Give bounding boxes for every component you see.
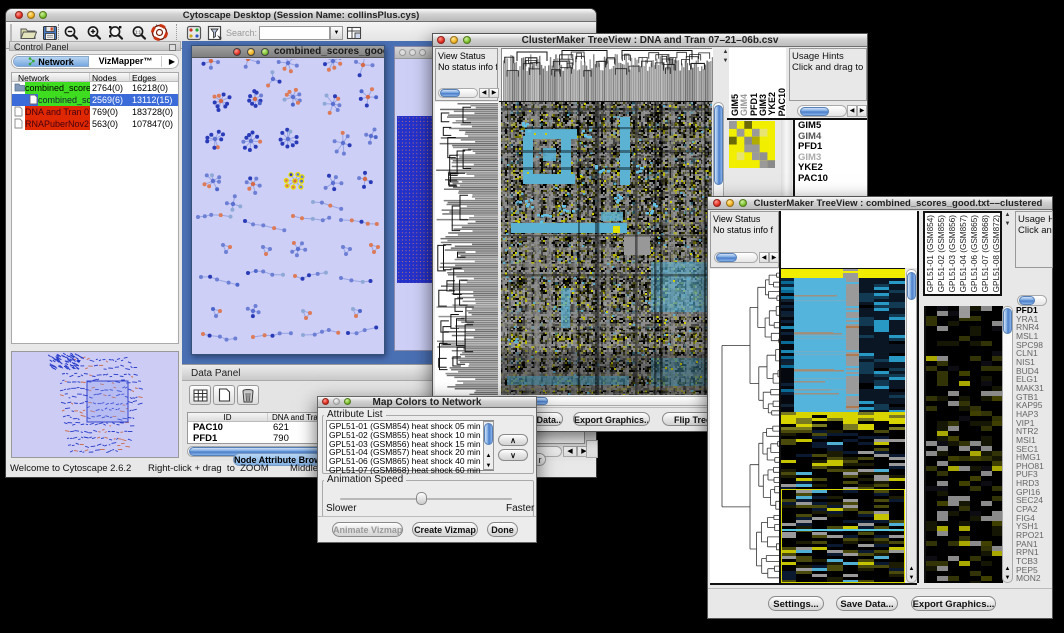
svg-text:1:1: 1:1: [135, 30, 142, 35]
